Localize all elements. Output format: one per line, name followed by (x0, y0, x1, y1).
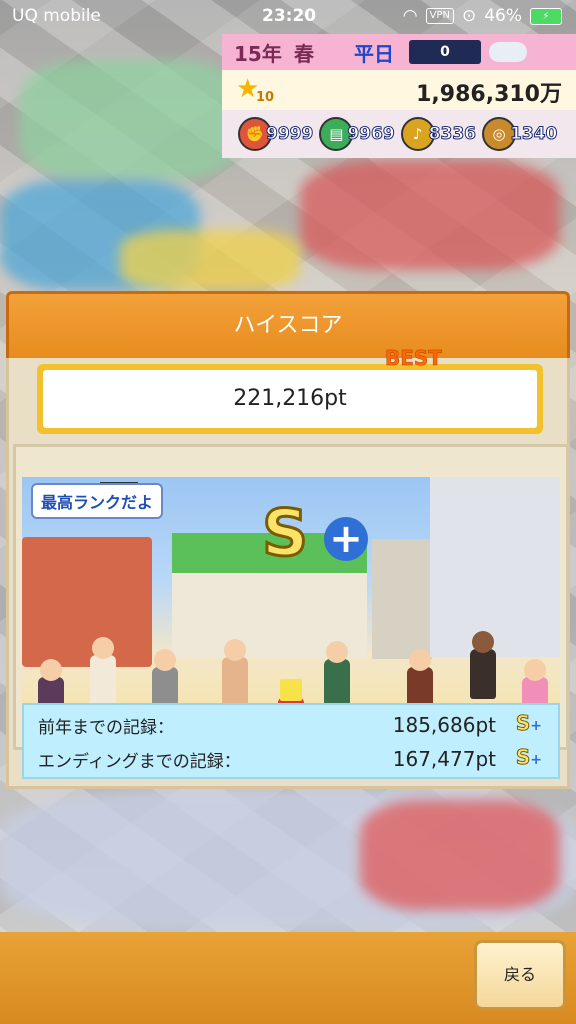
record-row: エンディングまでの記録： 167,477pt S+ (38, 741, 546, 775)
speech-bubble: 最高ランクだよ (31, 483, 164, 519)
battery-icon: ⚡ (530, 7, 562, 25)
best-label: BEST (385, 346, 442, 371)
record-rank: S+ (515, 711, 542, 736)
character (222, 639, 248, 707)
wifi-icon: ◠ (402, 6, 418, 26)
records-panel: 前年までの記録： 185,686pt S+ エンディングまでの記録： 167,4… (22, 703, 560, 779)
stat-coin: ◎ 1340 (481, 117, 558, 151)
record-value: 185,686pt (392, 713, 496, 737)
stat-value: 8336 (428, 124, 476, 145)
season-label: 春 (294, 41, 314, 66)
money-value: 1,986,310万 (416, 82, 562, 107)
lock-rotation-icon: ⊙ (461, 6, 477, 26)
character (470, 631, 496, 699)
clock: 23:20 (262, 6, 317, 26)
stat-value: 9999 (265, 124, 314, 145)
score-value: 221,216pt (233, 386, 347, 411)
character (324, 641, 350, 709)
dialog-title: ハイスコア (6, 291, 570, 358)
score-box: 221,216pt BEST (37, 346, 543, 434)
rank-letter: S (260, 496, 309, 573)
day-type-label: 平日 (354, 41, 394, 66)
battery-percent: 46% (484, 6, 522, 26)
year-label: 15年 (234, 41, 282, 66)
record-value: 167,477pt (392, 747, 496, 771)
vpn-badge: VPN (425, 8, 454, 24)
carrier-label: UQ mobile (12, 6, 101, 26)
back-button[interactable]: 戻る (474, 940, 566, 1010)
high-score-dialog: ハイスコア 221,216pt BEST 最高ランクだよ S + 前年までの記録… (6, 291, 570, 789)
stat-value: 1340 (509, 124, 558, 145)
stat-value: 9969 (347, 124, 395, 145)
character (90, 637, 116, 705)
weather-value: 0 (440, 44, 450, 60)
rank-plus: + (324, 517, 368, 561)
status-bar: UQ mobile 23:20 ◠ VPN ⊙ 46% ⚡ (0, 0, 576, 32)
weather-gauge: 0 (409, 40, 481, 64)
office-building (430, 477, 560, 657)
star-level: 10 (256, 90, 275, 105)
top-hud: 15年 春 平日 0 ★ 10 1,986,310万 ✊ 9999 ▤ 9969… (222, 34, 576, 158)
stat-knowledge: ▤ 9969 (319, 117, 395, 151)
stat-music: ♪ 8336 (400, 117, 476, 151)
brick-house (22, 537, 152, 667)
cloud-icon (489, 42, 527, 62)
record-label: 前年までの記録： (38, 718, 174, 738)
record-rank: S+ (515, 745, 542, 770)
small-house (372, 539, 432, 659)
stat-strength: ✊ 9999 (238, 117, 314, 151)
record-row: 前年までの記録： 185,686pt S+ (38, 707, 546, 741)
record-label: エンディングまでの記録： (38, 752, 241, 772)
